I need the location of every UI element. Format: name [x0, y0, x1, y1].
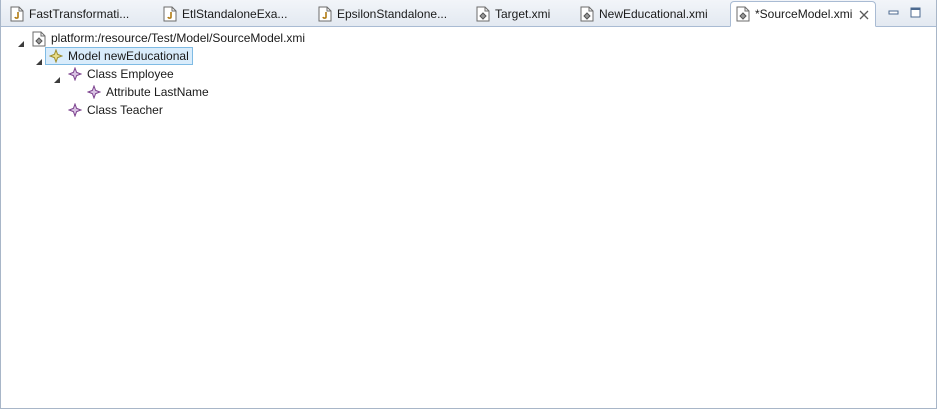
tab-fasttransformation[interactable]: FastTransformati...: [5, 2, 155, 26]
expand-arrow-icon[interactable]: [35, 55, 43, 65]
tab-label: NewEducational.xmi: [599, 7, 708, 21]
model-editor: FastTransformati... EtlStandaloneExa... …: [0, 0, 937, 409]
close-tab-icon[interactable]: [859, 9, 869, 20]
xmi-file-icon: [736, 6, 750, 22]
xmi-file-icon: [580, 6, 594, 22]
tree-item-class-teacher[interactable]: Class Teacher: [64, 101, 167, 119]
xmi-resource-icon: [32, 31, 46, 47]
tab-label: Target.xmi: [495, 7, 551, 21]
expand-arrow-icon[interactable]: [17, 37, 25, 47]
tree-root-row[interactable]: platform:/resource/Test/Model/SourceMode…: [28, 29, 309, 47]
tree-item-label: Model newEducational: [68, 49, 189, 63]
tab-label: EtlStandaloneExa...: [182, 7, 288, 21]
tree-item-label: Class Teacher: [87, 103, 163, 117]
tab-target-xmi[interactable]: Target.xmi: [471, 2, 571, 26]
tree-item-label: Class Employee: [87, 67, 174, 81]
tab-label: FastTransformati...: [29, 7, 130, 21]
model-element-icon: [48, 48, 64, 64]
tree-item-model[interactable]: Model newEducational: [45, 47, 193, 65]
resource-tree: platform:/resource/Test/Model/SourceMode…: [1, 27, 936, 407]
editor-tab-bar: FastTransformati... EtlStandaloneExa... …: [1, 0, 936, 27]
tab-epsilonstandalone[interactable]: EpsilonStandalone...: [313, 2, 465, 26]
tab-label: *SourceModel.xmi: [755, 7, 853, 21]
tab-neweducational-xmi[interactable]: NewEducational.xmi: [575, 2, 727, 26]
attribute-element-icon: [86, 84, 102, 100]
class-element-icon: [67, 66, 83, 82]
java-file-icon: [163, 6, 177, 22]
java-file-icon: [318, 6, 332, 22]
tab-etlstandalone[interactable]: EtlStandaloneExa...: [158, 2, 308, 26]
tree-item-label: Attribute LastName: [106, 85, 209, 99]
minimize-icon[interactable]: [887, 6, 900, 19]
tab-label: EpsilonStandalone...: [337, 7, 448, 21]
xmi-file-icon: [476, 6, 490, 22]
java-file-icon: [10, 6, 24, 22]
tree-root-label: platform:/resource/Test/Model/SourceMode…: [51, 31, 306, 45]
tree-item-attribute-lastname[interactable]: Attribute LastName: [83, 83, 213, 101]
tree-item-class-employee[interactable]: Class Employee: [64, 65, 178, 83]
expand-arrow-icon[interactable]: [53, 73, 61, 83]
maximize-icon[interactable]: [909, 6, 922, 19]
tab-sourcemodel-xmi[interactable]: *SourceModel.xmi: [730, 1, 876, 27]
class-element-icon: [67, 102, 83, 118]
